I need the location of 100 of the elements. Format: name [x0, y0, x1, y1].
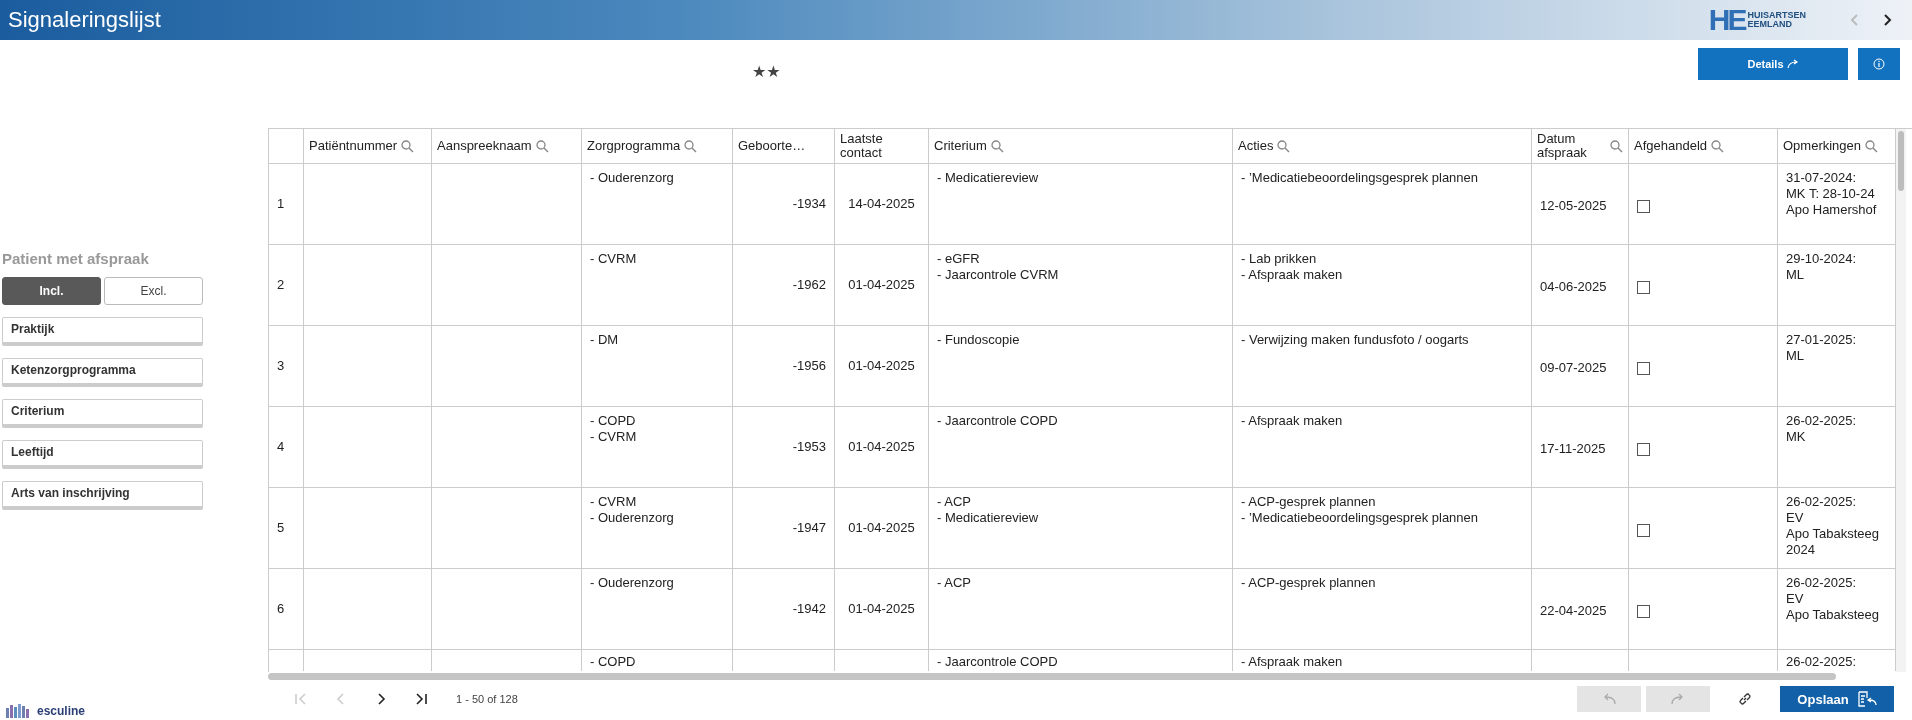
- table-cell: -1953: [792, 439, 826, 455]
- checkbox[interactable]: [1637, 199, 1650, 213]
- criterion-entry: - eGFR: [937, 251, 981, 267]
- action-entry: - Afspraak maken: [1241, 267, 1344, 283]
- action-entry: - Afspraak maken: [1241, 413, 1344, 429]
- remark-line: Apo Tabaksteeg: [1786, 526, 1880, 542]
- info-icon: [1873, 58, 1885, 70]
- program-entry: - COPD: [590, 654, 637, 670]
- table-cell-text: 09-07-2025: [1540, 360, 1608, 376]
- table-cell: 01-04-2025: [848, 358, 915, 374]
- column-header[interactable]: Afgehandeld: [1634, 138, 1707, 154]
- remark-line: 26-02-2025:: [1786, 494, 1858, 510]
- table-cell: -1942: [792, 601, 826, 617]
- redo-icon: [1671, 693, 1685, 705]
- action-entry: - Afspraak maken: [1241, 654, 1344, 670]
- program-entry: - Ouderenzorg: [590, 575, 675, 591]
- link-icon: [1738, 692, 1752, 706]
- checkbox[interactable]: [1637, 523, 1650, 537]
- remark-line: EV: [1786, 591, 1805, 607]
- vertical-scrollbar[interactable]: [1896, 129, 1906, 672]
- search-icon[interactable]: [535, 139, 549, 153]
- remark-line: 31-07-2024:: [1786, 170, 1858, 186]
- remark-line: 26-02-2025:: [1786, 654, 1858, 670]
- search-icon[interactable]: [1610, 139, 1623, 153]
- info-button[interactable]: [1858, 48, 1900, 80]
- details-button[interactable]: Details: [1698, 48, 1848, 80]
- table-cell-text: 04-06-2025: [1540, 279, 1608, 295]
- action-entry: - ’Medicatiebeoordelingsgesprek plannen: [1241, 170, 1480, 186]
- remark-line: ML: [1786, 267, 1806, 283]
- column-header[interactable]: Acties: [1238, 138, 1274, 154]
- criterion-entry: - Jaarcontrole COPD: [937, 413, 1059, 429]
- row-number: 2: [277, 277, 286, 293]
- column-header[interactable]: Geboorte…: [738, 138, 806, 154]
- filter-title: Patient met afspraak: [2, 250, 150, 267]
- table-cell: -1962: [792, 277, 826, 293]
- remark-line: Apo Hamershof: [1786, 202, 1878, 218]
- remark-line: 2024: [1786, 542, 1816, 558]
- criterion-entry: - ACP: [937, 494, 972, 510]
- checkbox[interactable]: [1637, 604, 1650, 618]
- last-page-icon: [414, 692, 428, 706]
- brand-logo: esculine: [2, 704, 268, 720]
- criterion-entry: - Jaarcontrole CVRM: [937, 267, 1060, 283]
- criterion-entry: - Medicatiereview: [937, 510, 1040, 526]
- checkbox[interactable]: [1637, 442, 1650, 456]
- program-entry: - Ouderenzorg: [590, 170, 675, 186]
- column-header[interactable]: Patiëntnummer: [309, 138, 398, 154]
- table-cell: 01-04-2025: [848, 601, 915, 617]
- search-icon[interactable]: [1865, 139, 1879, 153]
- column-header[interactable]: Opmerkingen: [1783, 138, 1862, 154]
- filter-dropdown[interactable]: Leeftijd: [2, 440, 203, 469]
- checkbox[interactable]: [1637, 280, 1650, 294]
- column-header[interactable]: Laatste contact: [840, 131, 923, 161]
- table-cell: 14-04-2025: [848, 196, 915, 212]
- program-entry: - Ouderenzorg: [590, 510, 675, 526]
- criterion-entry: - ACP: [937, 575, 972, 591]
- table-cell: -1947: [792, 520, 826, 536]
- row-number: 6: [277, 601, 286, 617]
- document-return-icon: [1856, 691, 1877, 707]
- filter-dropdown[interactable]: Ketenzorgprogramma: [2, 358, 203, 387]
- share-arrow-icon: [1786, 59, 1799, 69]
- program-entry: - CVRM: [590, 429, 638, 445]
- search-icon[interactable]: [684, 139, 698, 153]
- criterion-entry: - Medicatiereview: [937, 170, 1040, 186]
- column-header[interactable]: Aanspreeknaam: [437, 138, 532, 154]
- row-number: 1: [277, 196, 286, 212]
- criterion-entry: - Fundoscopie: [937, 332, 1021, 348]
- search-icon[interactable]: [1277, 139, 1291, 153]
- table-cell-text: 22-04-2025: [1540, 603, 1608, 619]
- program-entry: - CVRM: [590, 494, 638, 510]
- search-icon[interactable]: [990, 139, 1004, 153]
- undo-icon: [1602, 693, 1616, 705]
- action-entry: - Lab prikken: [1241, 251, 1318, 267]
- table-cell: -1934: [792, 196, 826, 212]
- column-header[interactable]: Datum afspraak: [1537, 131, 1606, 161]
- toggle-button[interactable]: Incl.: [2, 277, 101, 305]
- search-icon[interactable]: [1711, 139, 1724, 153]
- checkbox[interactable]: [1637, 361, 1650, 375]
- first-page-icon: [294, 692, 308, 706]
- filter-dropdown[interactable]: Praktijk: [2, 317, 203, 346]
- program-entry: - COPD: [590, 413, 637, 429]
- horizontal-scrollbar[interactable]: [268, 673, 1836, 680]
- save-button[interactable]: Opslaan: [1780, 686, 1894, 712]
- toggle-button[interactable]: Excl.: [104, 277, 203, 305]
- remark-line: 27-01-2025:: [1786, 332, 1858, 348]
- criterion-entry: - Jaarcontrole COPD: [937, 654, 1059, 670]
- action-entry: - Verwijzing maken fundusfoto / oogarts: [1241, 332, 1470, 348]
- column-header[interactable]: Zorgprogramma: [587, 138, 681, 154]
- remark-line: EV: [1786, 510, 1805, 526]
- filter-dropdown[interactable]: Criterium: [2, 399, 203, 428]
- app-title: Signaleringslijst: [8, 7, 162, 33]
- table-cell-text: 12-05-2025: [1540, 198, 1608, 214]
- table-cell: 01-04-2025: [848, 439, 915, 455]
- table-cell: 01-04-2025: [848, 520, 915, 536]
- table-cell-text: 17-11-2025: [1540, 441, 1607, 457]
- row-number: 3: [277, 358, 286, 374]
- column-header[interactable]: Criterium: [934, 138, 987, 154]
- filter-dropdown[interactable]: Arts van inschrijving: [2, 481, 203, 510]
- table-cell: 01-04-2025: [848, 277, 915, 293]
- remark-line: 26-02-2025:: [1786, 575, 1858, 591]
- search-icon[interactable]: [401, 139, 415, 153]
